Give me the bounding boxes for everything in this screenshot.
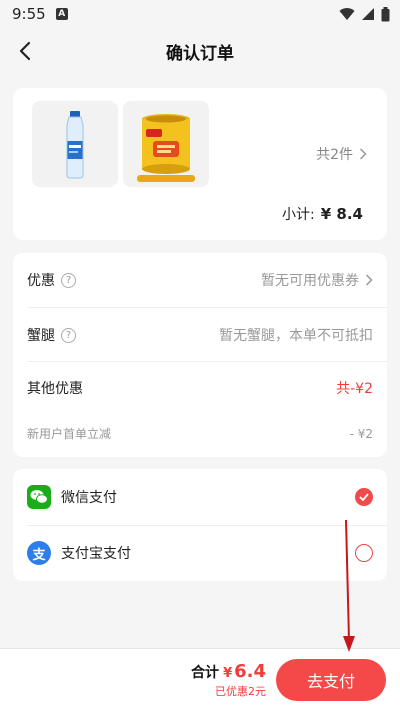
other-discount-label: 其他优惠 bbox=[27, 381, 83, 397]
goods-card: 共2件 小计: ¥ 8.4 bbox=[13, 88, 387, 240]
other-discount-row: 其他优惠 共-¥2 bbox=[27, 378, 373, 398]
saved-amount-text: 已优惠2元 bbox=[215, 685, 266, 698]
coupon-label: 优惠 bbox=[27, 273, 55, 289]
payment-option-wechat[interactable]: 微信支付 bbox=[27, 469, 373, 525]
alipay-label-group: 支 支付宝支付 bbox=[27, 541, 131, 565]
checkmark-icon bbox=[359, 493, 369, 501]
wechat-label-group: 微信支付 bbox=[27, 485, 117, 509]
chevron-right-icon bbox=[359, 148, 367, 160]
item-count-label: 共2件 bbox=[316, 147, 353, 163]
discount-card: 优惠 ? 暂无可用优惠券 蟹腿 ? 暂无蟹腿，本单不可抵扣 其他优惠 共-¥2 … bbox=[13, 253, 387, 457]
subtotal-value: ¥ 8.4 bbox=[320, 205, 363, 223]
total-amount: 6.4 bbox=[234, 661, 266, 682]
item-count-link[interactable]: 共2件 bbox=[316, 144, 367, 164]
snack-can-icon bbox=[137, 114, 195, 182]
crab-leg-row: 蟹腿 ? 暂无蟹腿，本单不可抵扣 bbox=[27, 325, 373, 345]
status-time: 9:55 bbox=[12, 5, 46, 23]
divider bbox=[27, 361, 387, 362]
back-arrow-icon[interactable] bbox=[14, 38, 40, 64]
status-left: 9:55 A bbox=[12, 5, 68, 23]
crab-value: 暂无蟹腿，本单不可抵扣 bbox=[219, 328, 373, 344]
total-label: 合计 bbox=[191, 665, 220, 681]
crab-label-group: 蟹腿 ? bbox=[27, 325, 76, 345]
pay-button[interactable]: 去支付 bbox=[276, 659, 386, 701]
product-thumbnail-snack[interactable] bbox=[123, 101, 209, 187]
new-user-discount-row: 新用户首单立减 - ¥2 bbox=[27, 425, 373, 442]
coupon-value: 暂无可用优惠券 bbox=[261, 273, 359, 289]
water-bottle-icon bbox=[66, 111, 84, 179]
total-currency: ¥ bbox=[223, 666, 233, 681]
other-discount-value: 共-¥2 bbox=[336, 381, 373, 397]
page-title: 确认订单 bbox=[166, 43, 234, 64]
payment-option-alipay[interactable]: 支 支付宝支付 bbox=[27, 525, 373, 581]
alipay-icon: 支 bbox=[27, 541, 51, 565]
status-right bbox=[339, 6, 390, 22]
bottom-checkout-bar: 合计 ¥ 6.4 已优惠2元 去支付 bbox=[0, 648, 400, 710]
crab-label: 蟹腿 bbox=[27, 328, 55, 344]
radio-unselected[interactable] bbox=[355, 544, 373, 562]
new-user-discount-value: - ¥2 bbox=[349, 426, 373, 441]
coupon-label-group: 优惠 ? bbox=[27, 270, 76, 290]
coupon-value-group: 暂无可用优惠券 bbox=[261, 270, 373, 290]
product-thumbnail-water[interactable] bbox=[32, 101, 118, 187]
radio-selected[interactable] bbox=[355, 488, 373, 506]
signal-icon bbox=[362, 8, 374, 20]
chevron-right-icon bbox=[365, 274, 373, 286]
notification-a-icon: A bbox=[55, 8, 68, 20]
new-user-discount-label: 新用户首单立减 bbox=[27, 427, 112, 441]
wifi-icon bbox=[339, 8, 355, 20]
wechat-icon bbox=[27, 485, 51, 509]
payment-card: 微信支付 支 支付宝支付 bbox=[13, 469, 387, 581]
coupon-row[interactable]: 优惠 ? 暂无可用优惠券 bbox=[27, 270, 373, 290]
status-bar: 9:55 A bbox=[0, 0, 400, 28]
divider bbox=[27, 307, 387, 308]
total-block: 合计 ¥ 6.4 已优惠2元 bbox=[191, 661, 266, 699]
nav-bar: 确认订单 bbox=[0, 28, 400, 74]
total-line: 合计 ¥ 6.4 bbox=[191, 661, 266, 682]
help-icon[interactable]: ? bbox=[61, 327, 76, 343]
help-icon[interactable]: ? bbox=[61, 272, 76, 288]
wechat-pay-label: 微信支付 bbox=[61, 490, 117, 506]
battery-icon bbox=[381, 6, 390, 21]
subtotal: 小计: ¥ 8.4 bbox=[282, 204, 363, 224]
alipay-label: 支付宝支付 bbox=[61, 546, 131, 562]
subtotal-label: 小计: bbox=[282, 207, 315, 223]
